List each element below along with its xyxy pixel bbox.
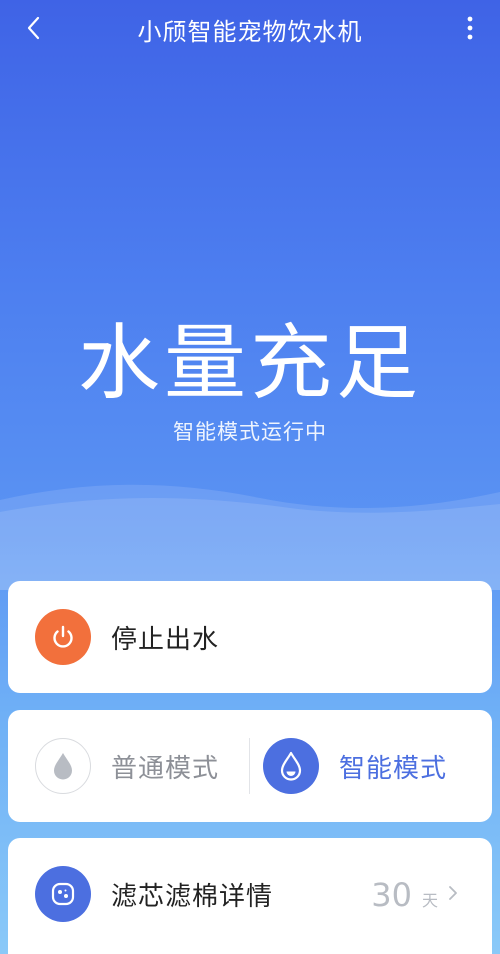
water-status-title: 水量充足 (77, 316, 422, 411)
filter-icon (51, 882, 75, 906)
smart-mode-option[interactable]: 智能模式 (263, 738, 447, 794)
smart-mode-label: 智能模式 (339, 753, 448, 784)
chevron-left-icon (27, 16, 40, 40)
filter-details-card[interactable]: 滤芯滤棉详情 30 天 (8, 838, 492, 954)
filter-icon-wrap (35, 866, 91, 922)
water-wave-decoration (0, 484, 500, 590)
mode-card: 普通模式 智能模式 (8, 710, 492, 822)
back-button[interactable] (18, 12, 50, 44)
mode-status-text: 智能模式运行中 (173, 420, 327, 444)
power-button-icon-wrap (35, 609, 91, 665)
page-title: 小颀智能宠物饮水机 (137, 17, 363, 46)
smart-mode-icon-wrap (263, 738, 319, 794)
filter-days-unit: 天 (421, 891, 438, 910)
water-drop-icon (54, 753, 72, 780)
normal-mode-label: 普通模式 (111, 753, 220, 784)
filter-days-value: 30 (371, 876, 412, 914)
mode-divider (249, 738, 250, 794)
more-button[interactable] (458, 12, 482, 44)
power-icon (53, 625, 73, 648)
filter-details-label: 滤芯滤棉详情 (111, 881, 274, 912)
chevron-right-icon (449, 886, 457, 900)
stop-water-label: 停止出水 (111, 624, 220, 655)
normal-mode-option[interactable]: 普通模式 (35, 738, 219, 794)
normal-mode-icon-wrap (35, 738, 91, 794)
top-bar: 小颀智能宠物饮水机 (0, 0, 500, 60)
water-drop-outline-icon (280, 751, 302, 781)
stop-water-card[interactable]: 停止出水 (8, 581, 492, 693)
more-vertical-icon (467, 16, 473, 40)
